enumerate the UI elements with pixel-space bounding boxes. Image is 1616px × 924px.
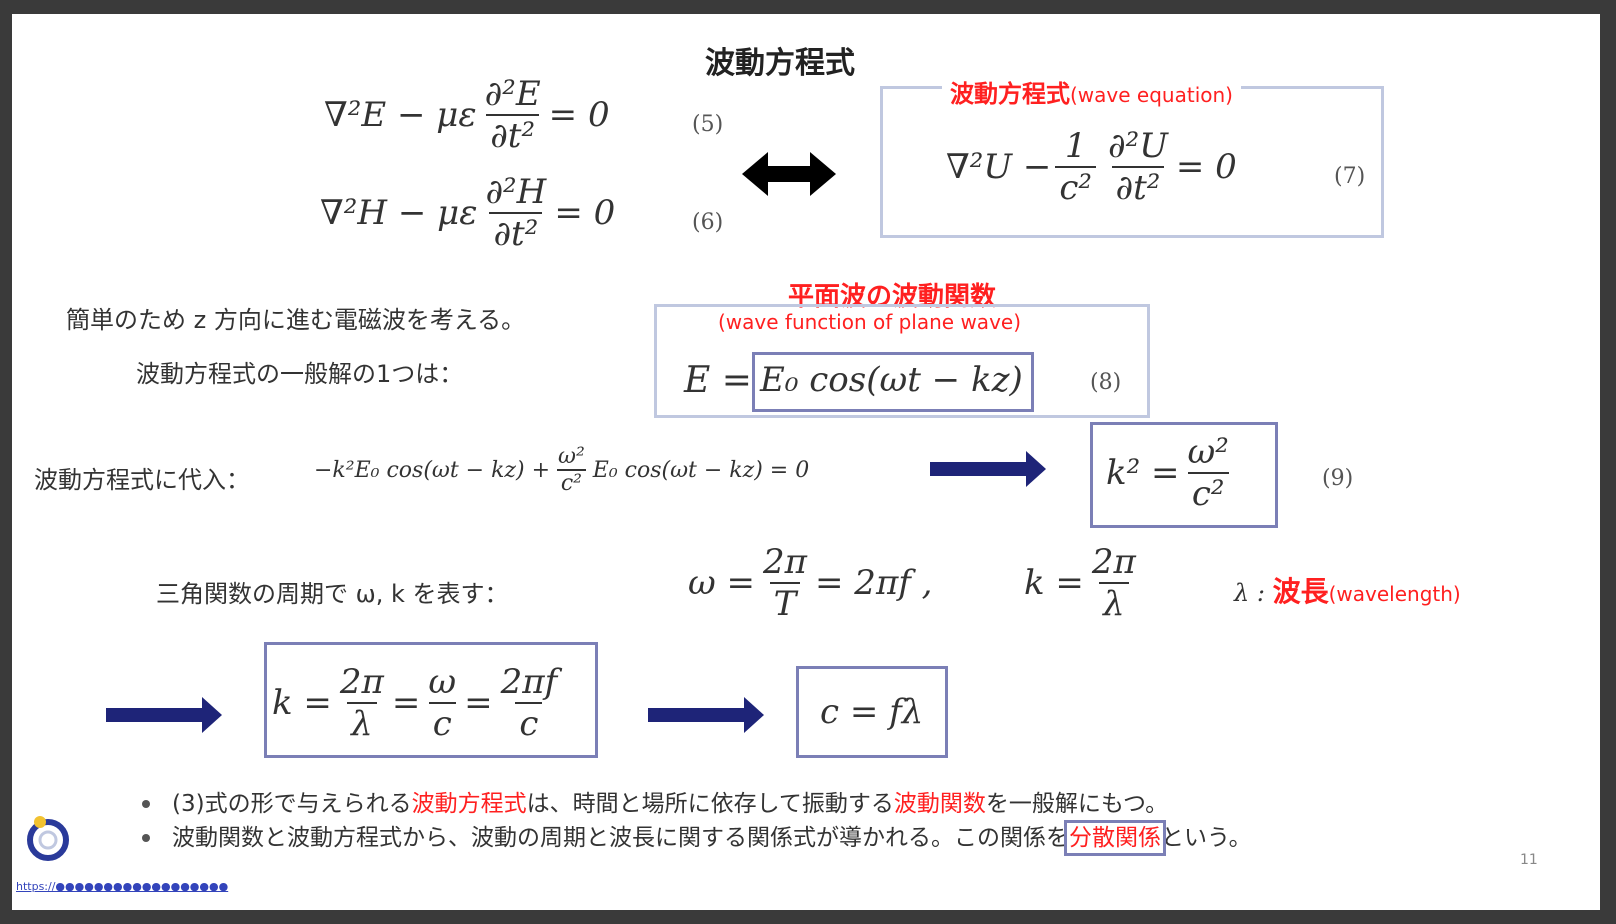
plane-wave-expr: E₀ cos(ωt − kz) (760, 360, 1023, 400)
chain-f2-den: c (428, 702, 456, 744)
chain-f1-num: 2π (339, 662, 384, 702)
page-number: 11 (1520, 852, 1538, 868)
wave-equation-caption: 波動方程式(wave equation) (942, 74, 1241, 109)
bullet-line-1: (3)式の形で与えられる波動方程式は、時間と場所に依存して振動する波動関数を一般… (172, 784, 1168, 818)
footer-link[interactable]: https://●●●●●●●●●●●●●●●●●● (16, 880, 228, 893)
eq6-number: (6) (692, 210, 724, 235)
bullet1-text-a: (3)式の形で与えられる (172, 791, 412, 817)
wavelength-note: λ : 波長(wavelength) (1234, 570, 1461, 610)
omega-den: T (769, 582, 801, 624)
wave-equation-title-en: (wave equation) (1070, 83, 1233, 107)
eq5-lhs: ∇²E − με (324, 95, 477, 135)
arrow-right-icon-3 (648, 697, 764, 733)
subst-expr-b: E₀ cos(ωt − kz) = 0 (592, 457, 810, 483)
omega-equation: ω = 2π T = 2πf , (688, 542, 933, 624)
wave-equation: ∇²U − 1 c² ∂²U ∂t² = 0 (946, 126, 1237, 208)
eq5-den: ∂t² (486, 114, 540, 156)
plane-wave-lhs: E = (684, 360, 752, 401)
bullet2-term-dispersion: 分散関係 (1064, 820, 1166, 856)
wavelength-en: (wavelength) (1328, 582, 1461, 606)
eq5-num: ∂²E (484, 74, 541, 114)
chain-f2-num: ω (428, 662, 457, 702)
chain-f1-den: λ (347, 702, 377, 744)
equation-9: k² = ω² c² (1106, 432, 1237, 514)
lambda-symbol: λ : (1234, 579, 1265, 607)
wave-eq-frac2-den: ∂t² (1111, 166, 1165, 208)
omega-num: 2π (763, 542, 808, 582)
eq7-number: (7) (1334, 164, 1366, 189)
slide: 波動方程式 ∇²E − με ∂²E ∂t² = 0 (5) ∇²H − με ∂… (12, 14, 1600, 910)
bullet-icon (142, 834, 150, 842)
wavelength-jp: 波長 (1272, 575, 1329, 608)
bullet1-text-c: は、時間と場所に依存して振動する (526, 791, 894, 817)
wave-equation-title-jp: 波動方程式 (950, 80, 1070, 108)
subst-expr-a: −k²E₀ cos(ωt − kz) + (314, 457, 551, 483)
eq8-number: (8) (1090, 370, 1122, 395)
eq6-den: ∂t² (489, 212, 543, 254)
eq5-rhs: = 0 (548, 95, 610, 135)
cfl-equation: c = fλ (820, 692, 924, 732)
university-logo-icon (22, 812, 74, 864)
wave-eq-lhs: ∇²U − (946, 147, 1052, 187)
bullet1-text-e: を一般解にもつ。 (985, 791, 1169, 817)
equation-5: ∇²E − με ∂²E ∂t² = 0 (324, 74, 610, 156)
equation-6: ∇²H − με ∂²H ∂t² = 0 (320, 172, 615, 254)
omega-lhs: ω = (688, 563, 756, 603)
arrow-right-icon-2 (106, 697, 222, 733)
bullet2-text-c: という。 (1161, 825, 1252, 851)
bullet2-text-a: 波動関数と波動方程式から、波動の周期と波長に関する関係式が導かれる。この関係を (172, 825, 1069, 851)
eq9-num: ω² (1187, 432, 1229, 472)
subst-frac-num: ω² (558, 444, 585, 469)
dispersion-chain: k = 2π λ = ωc = 2πf c (272, 662, 565, 744)
eq9-number: (9) (1322, 466, 1354, 491)
k-den: λ (1099, 582, 1129, 624)
plane-wave-title-en: (wave function of plane wave) (712, 310, 1028, 334)
wave-eq-frac1-den: c² (1055, 166, 1096, 208)
k-num: 2π (1091, 542, 1136, 582)
bullet-line-2: 波動関数と波動方程式から、波動の周期と波長に関する関係式が導かれる。この関係を分… (172, 818, 1252, 856)
bullet-icon (142, 800, 150, 808)
omega-rhs: = 2πf , (815, 563, 933, 603)
chain-f3-den: c (515, 702, 543, 744)
wave-eq-rhs: = 0 (1175, 147, 1237, 187)
intro-line-1: 簡単のため z 方向に進む電磁波を考える。 (66, 306, 526, 334)
bullet1-term-wave-equation: 波動方程式 (411, 791, 527, 817)
eq5-number: (5) (692, 112, 724, 137)
subst-frac-den: c² (556, 469, 586, 496)
chain-f3-num: 2πf (500, 662, 558, 702)
k-lhs: k = (1024, 563, 1084, 603)
wave-eq-frac1-num: 1 (1064, 126, 1087, 166)
wave-eq-frac2-num: ∂²U (1108, 126, 1168, 166)
trig-label: 三角関数の周期で ω, k を表す： (156, 580, 509, 608)
eq6-lhs: ∇²H − με (320, 193, 478, 233)
eq9-den: c² (1187, 472, 1229, 514)
intro-line-2: 波動方程式の一般解の1つは： (136, 360, 464, 388)
slide-title: 波動方程式 (705, 46, 855, 81)
double-arrow-icon (742, 152, 836, 196)
chain-k: k = (272, 683, 332, 723)
substitution-label: 波動方程式に代入： (34, 466, 250, 494)
eq6-rhs: = 0 (554, 193, 616, 233)
substitution-expression: −k²E₀ cos(ωt − kz) + ω² c² E₀ cos(ωt − kz… (314, 444, 809, 496)
bullet1-term-wave-function: 波動関数 (893, 791, 986, 817)
arrow-right-icon (930, 451, 1046, 487)
eq6-num: ∂²H (485, 172, 547, 212)
eq9-lhs: k² = (1106, 453, 1180, 493)
k-equation: k = 2π λ (1024, 542, 1144, 624)
